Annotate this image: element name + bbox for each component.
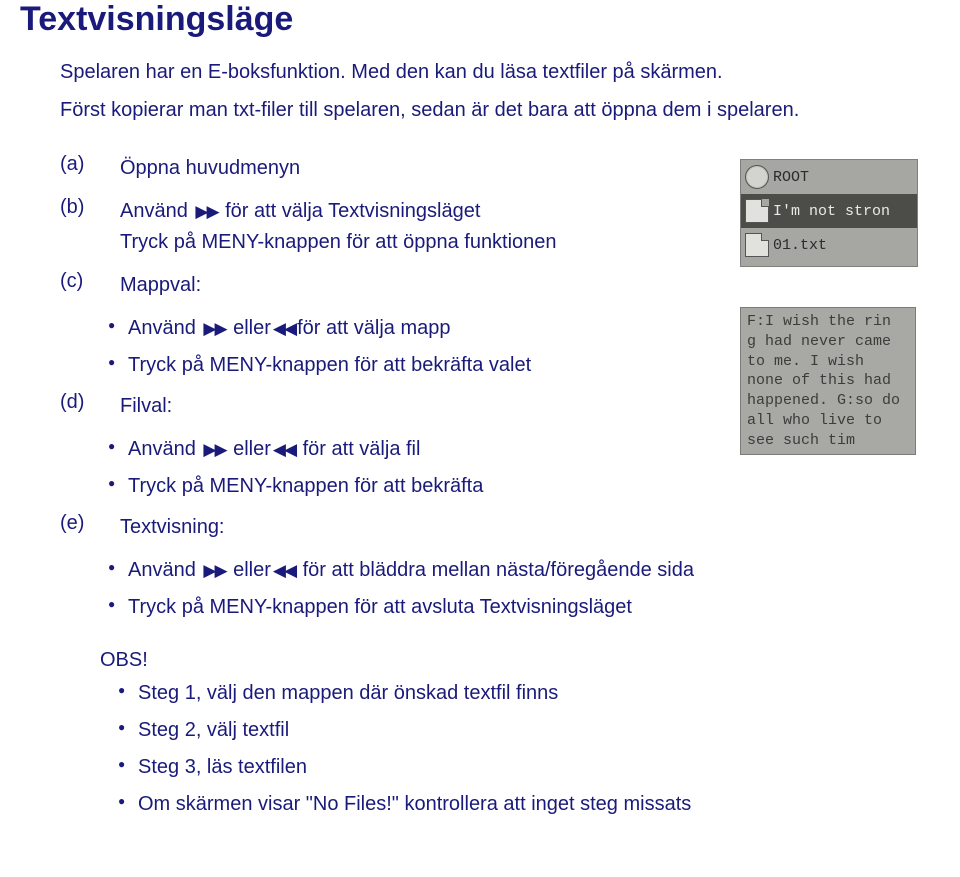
step-a-label: (a) [60, 153, 120, 184]
step-e-text: Textvisning: [120, 512, 720, 543]
forward-icon: ▶▶ [203, 561, 225, 580]
steps-column: (a) Öppna huvudmenyn (b) Använd ▶▶ för a… [20, 153, 720, 826]
bullet-suffix: för att välja mapp [297, 317, 450, 339]
step-b-suffix: för att välja Textvisningsläget [220, 200, 481, 222]
step-c-text: Mappval: [120, 270, 720, 301]
globe-icon [745, 165, 769, 189]
step-a: (a) Öppna huvudmenyn [60, 153, 720, 184]
obs-bullet: Om skärmen visar "No Files!" kontrollera… [118, 789, 720, 820]
step-d-bullets: Använd ▶▶ eller◀◀ för att välja fil Tryc… [60, 434, 720, 502]
bullet: Tryck på MENY-knappen för att bekräfta [108, 471, 720, 502]
screen-row-text: 01.txt [773, 237, 827, 254]
step-a-text: Öppna huvudmenyn [120, 153, 720, 184]
bullet-suffix: för att välja fil [297, 438, 420, 460]
bullet-prefix: Använd [128, 559, 201, 581]
step-e-bullets: Använd ▶▶ eller◀◀ för att bläddra mellan… [60, 555, 720, 623]
document-icon [745, 199, 769, 223]
bullet: Använd ▶▶ eller◀◀ för att bläddra mellan… [108, 555, 720, 586]
forward-icon: ▶▶ [203, 319, 225, 338]
rewind-icon: ◀◀ [273, 319, 295, 338]
step-d-label: (d) [60, 391, 120, 422]
bullet-prefix: Använd [128, 317, 201, 339]
step-b: (b) Använd ▶▶ för att välja Textvisnings… [60, 196, 720, 258]
document-icon [745, 233, 769, 257]
step-c-bullets: Använd ▶▶ eller◀◀för att välja mapp Tryc… [60, 313, 720, 381]
device-screen-text: F:I wish the rin g had never came to me.… [740, 307, 916, 455]
step-d-text: Filval: [120, 391, 720, 422]
step-b-label: (b) [60, 196, 120, 258]
obs-bullet: Steg 3, läs textfilen [118, 752, 720, 783]
screen-row-selected: I'm not stron [741, 194, 917, 228]
device-screen-folder: ROOT I'm not stron 01.txt [740, 159, 918, 267]
screen-row-text: ROOT [773, 169, 809, 186]
step-b-line2: Tryck på MENY-knappen för att öppna funk… [120, 231, 557, 253]
step-e: (e) Textvisning: [60, 512, 720, 543]
bullet: Använd ▶▶ eller◀◀ för att välja fil [108, 434, 720, 465]
forward-icon: ▶▶ [203, 440, 225, 459]
rewind-icon: ◀◀ [273, 440, 295, 459]
intro-line-2: Först kopierar man txt-filer till spelar… [60, 95, 940, 125]
obs-block: OBS! Steg 1, välj den mappen där önskad … [60, 649, 720, 820]
step-e-label: (e) [60, 512, 120, 543]
step-c-label: (c) [60, 270, 120, 301]
bullet: Tryck på MENY-knappen för att avsluta Te… [108, 592, 720, 623]
bullet: Använd ▶▶ eller◀◀för att välja mapp [108, 313, 720, 344]
bullet: Tryck på MENY-knappen för att bekräfta v… [108, 350, 720, 381]
screen-row: 01.txt [741, 228, 917, 262]
forward-icon: ▶▶ [195, 202, 217, 221]
bullet-prefix: Använd [128, 438, 201, 460]
bullet-mid: eller [228, 559, 271, 581]
intro-line-1: Spelaren har en E-boksfunktion. Med den … [60, 57, 940, 87]
obs-bullet: Steg 2, välj textfil [118, 715, 720, 746]
step-c: (c) Mappval: [60, 270, 720, 301]
bullet-mid: eller [228, 438, 271, 460]
page-title: Textvisningsläge [20, 0, 940, 39]
step-d: (d) Filval: [60, 391, 720, 422]
screenshots-column: ROOT I'm not stron 01.txt F:I wish the r… [720, 153, 940, 455]
rewind-icon: ◀◀ [273, 561, 295, 580]
screen-row-text: I'm not stron [773, 203, 890, 220]
obs-bullet: Steg 1, välj den mappen där önskad textf… [118, 678, 720, 709]
step-b-prefix: Använd [120, 200, 193, 222]
bullet-suffix: för att bläddra mellan nästa/föregående … [297, 559, 694, 581]
screen-row: ROOT [741, 160, 917, 194]
obs-title: OBS! [100, 649, 720, 672]
bullet-mid: eller [228, 317, 271, 339]
